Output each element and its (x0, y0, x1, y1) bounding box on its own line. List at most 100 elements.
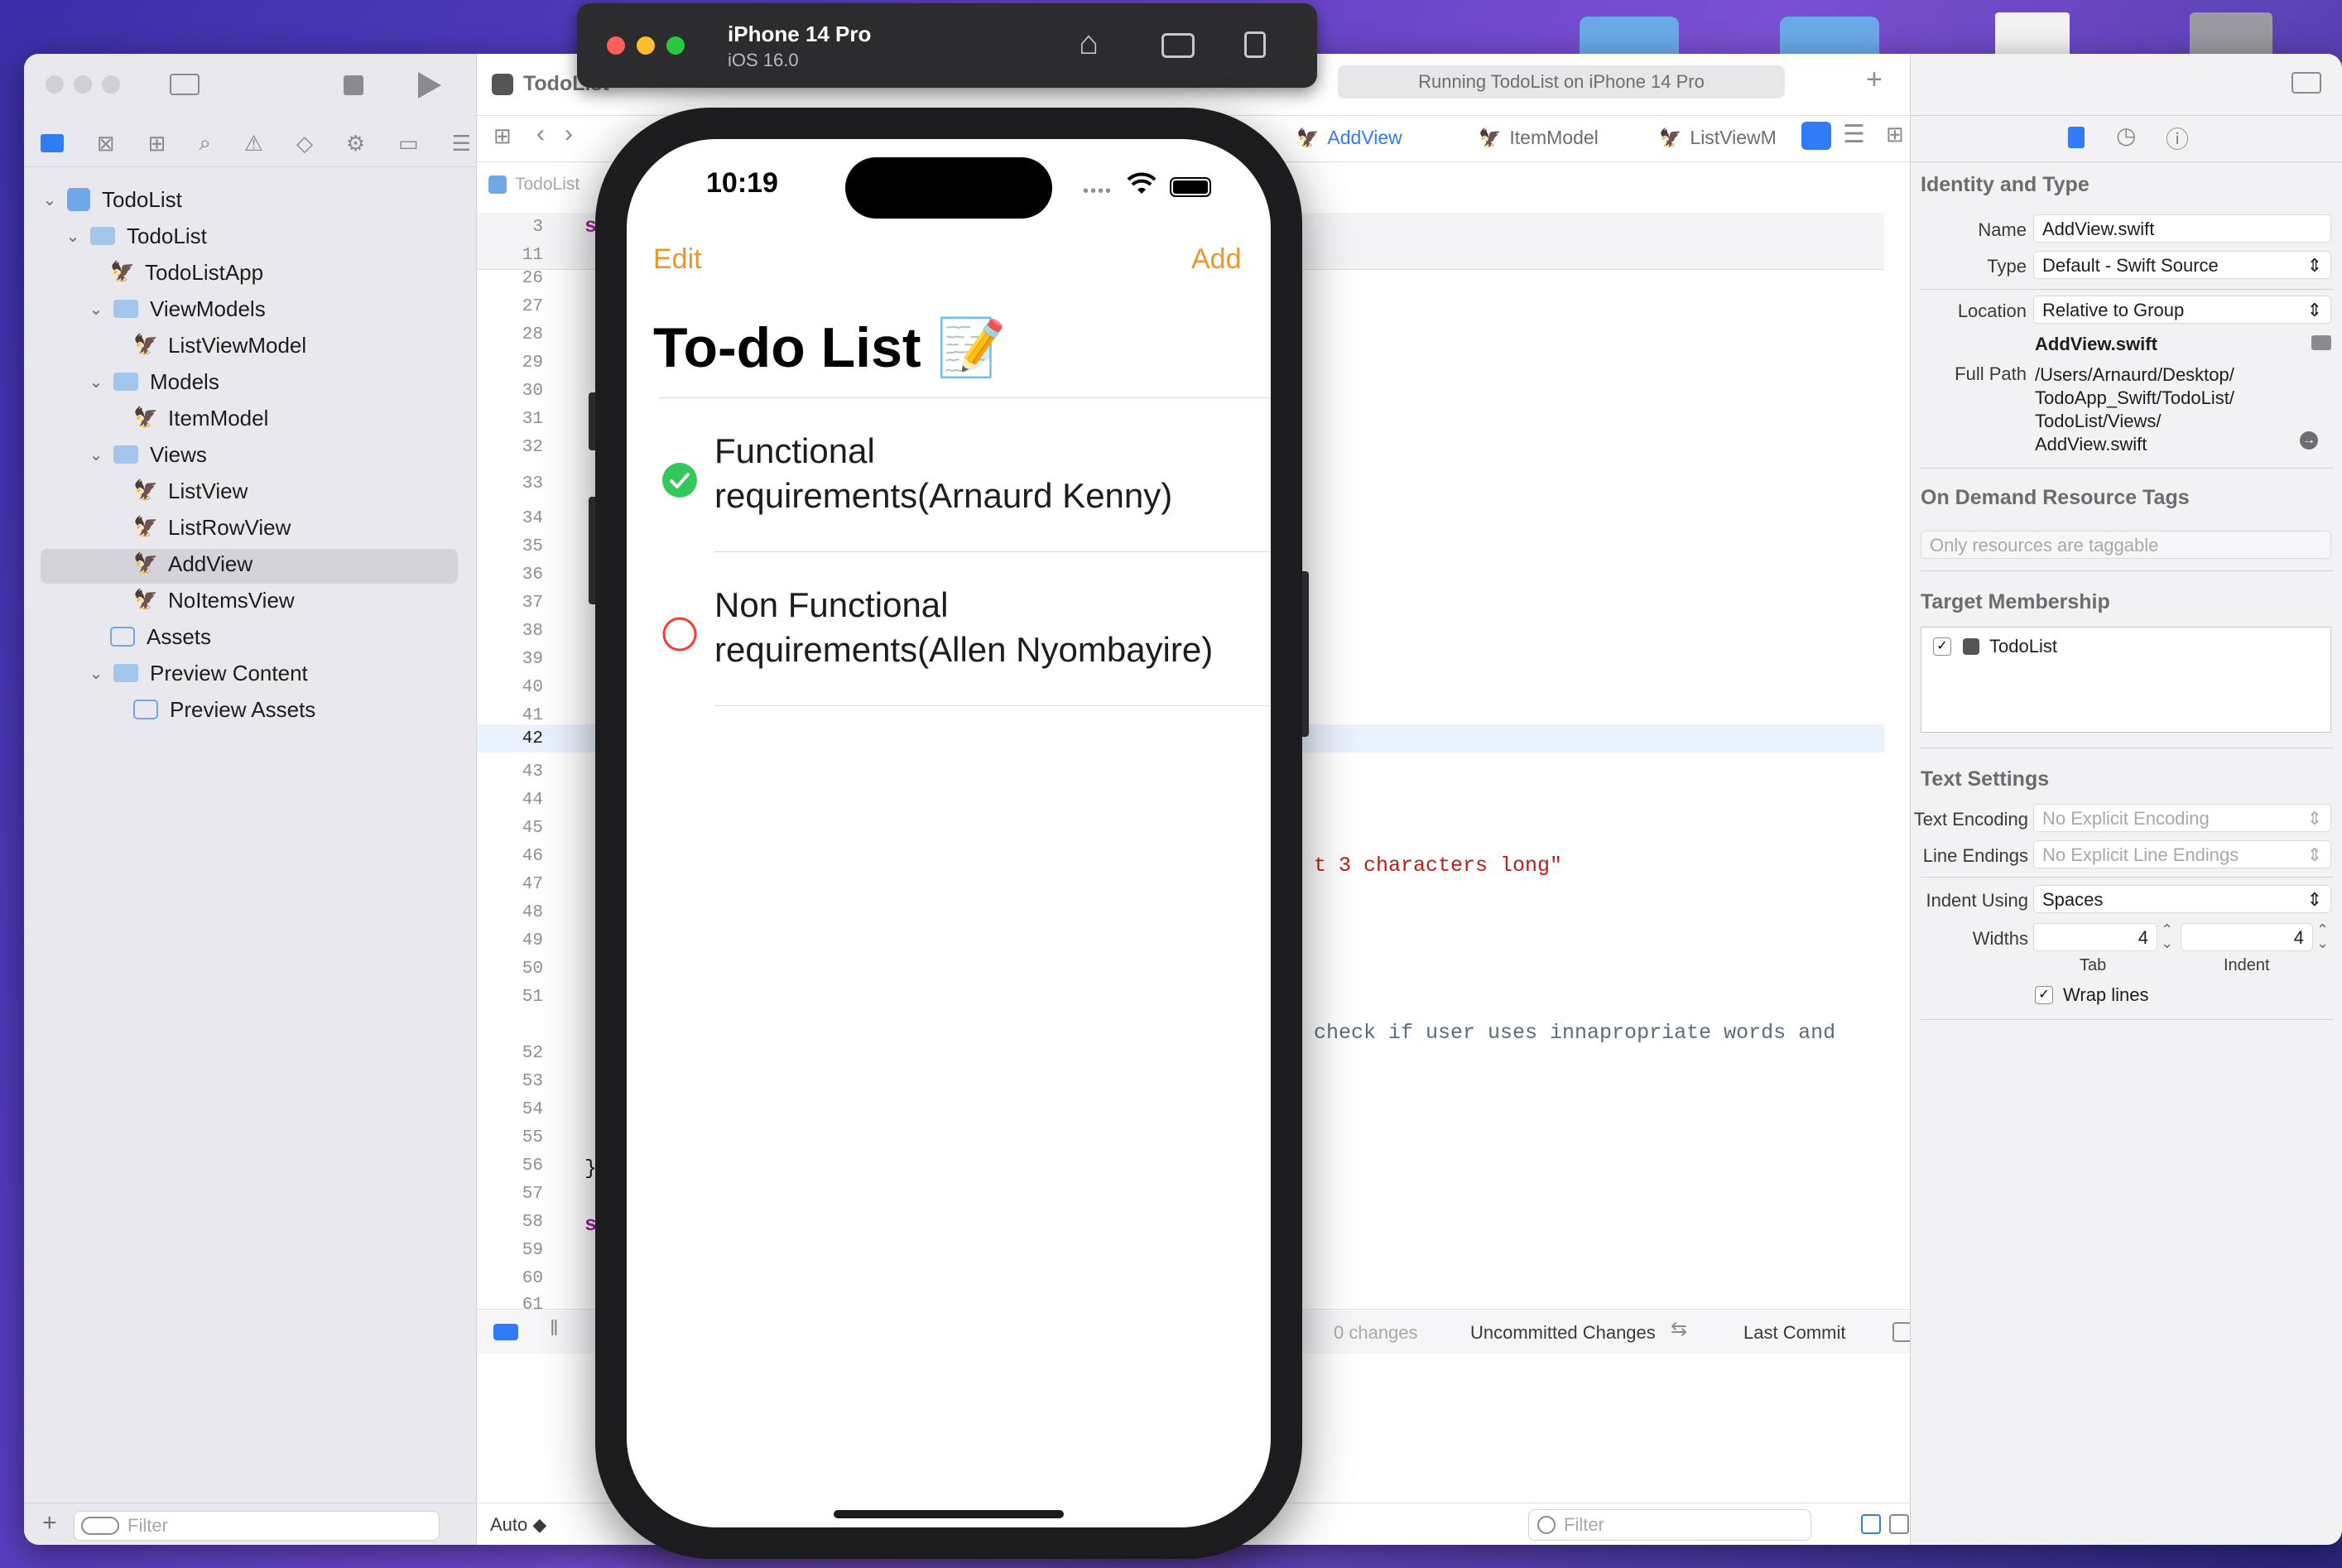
select-arrows-icon: ⇕ (2306, 300, 2322, 320)
tree-item-group[interactable]: ⌄ Preview Content (87, 655, 539, 691)
target-row[interactable]: ✓ TodoList (1933, 636, 2057, 657)
tree-item-group[interactable]: ⌄ Models (87, 363, 539, 400)
jump-bar[interactable]: TodoList (488, 175, 579, 195)
checkbox-checked[interactable]: ✓ (2035, 986, 2053, 1004)
chevron-down-icon[interactable]: ⌄ (64, 226, 82, 247)
project-icon (488, 176, 507, 194)
last-commit-button[interactable]: Last Commit (1743, 1322, 1845, 1344)
edit-button[interactable]: Edit (653, 243, 702, 276)
variables-view-icon[interactable] (1861, 1514, 1881, 1534)
minimize-window-button[interactable] (74, 75, 92, 94)
console-view-icon[interactable] (1889, 1514, 1909, 1534)
tree-item-group[interactable]: ⌄ TodoList (64, 218, 516, 254)
screenshot-icon[interactable] (1161, 33, 1195, 58)
checkbox-checked[interactable]: ✓ (1933, 637, 1951, 656)
back-icon[interactable]: ‹ (536, 120, 545, 148)
breakpoint-icon[interactable]: ▭ (398, 131, 419, 156)
project-navigator: ⊠ ⊞ ⌕ ⚠ ◇ ⚙ ▭ ☰ ⌄ TodoList ⌄ TodoList 🦅 (24, 54, 477, 1545)
stop-icon[interactable] (344, 75, 363, 95)
forward-icon[interactable]: › (565, 120, 573, 148)
filter-options-icon[interactable] (81, 1517, 119, 1535)
line-endings-select[interactable]: No Explicit Line Endings ⇕ (2033, 840, 2331, 868)
chevron-down-icon[interactable]: ⌄ (87, 299, 105, 320)
line-number: 59 (522, 1241, 543, 1260)
breakpoints-toggle-icon[interactable] (493, 1324, 518, 1340)
symbol-icon[interactable]: ⊞ (148, 131, 166, 156)
navigator-filter[interactable]: Filter (74, 1511, 440, 1541)
source-control-icon[interactable]: ⊠ (97, 131, 115, 156)
indent-width-stepper[interactable]: ⌃ ⌄ (2316, 922, 2329, 950)
add-icon[interactable]: + (42, 1509, 57, 1537)
project-icon (67, 188, 90, 211)
desktop-folder-icon[interactable] (1780, 17, 1879, 58)
desktop-folder-icon[interactable] (1580, 17, 1679, 58)
minimize-window-button[interactable] (637, 36, 655, 55)
zoom-window-button[interactable] (102, 75, 120, 94)
file-inspector: ◷ ⓘ Identity and Type Name AddView.swift… (1910, 54, 2342, 1545)
desktop-document-icon[interactable] (1995, 12, 2070, 58)
tree-item-group[interactable]: ⌄ Views (87, 436, 539, 473)
debug-icon[interactable]: ⚙ (346, 131, 365, 156)
add-editor-icon[interactable]: + (1866, 64, 1883, 96)
wrap-lines-checkbox[interactable]: ✓ Wrap lines (2035, 984, 2149, 1006)
chevron-down-icon[interactable]: ⌄ (87, 663, 105, 684)
empty-circle-icon[interactable] (661, 616, 698, 652)
close-window-button[interactable] (607, 36, 625, 55)
grid-icon[interactable]: ⊞ (493, 123, 512, 149)
split-editor-icon[interactable]: ⊞ (1886, 122, 1904, 147)
line-number: 56 (522, 1157, 543, 1176)
indent-width-field[interactable]: 4 (2181, 923, 2313, 951)
reveal-arrow-icon[interactable]: → (2300, 431, 2318, 450)
tab-itemmodel[interactable]: 🦅 ItemModel (1479, 127, 1599, 149)
line-number: 29 (522, 354, 543, 373)
tab-listviewmodel[interactable]: 🦅 ListViewM (1659, 127, 1777, 149)
tab-width-field[interactable]: 4 (2033, 923, 2157, 951)
home-indicator[interactable] (834, 1510, 1064, 1518)
tab-width-stepper[interactable]: ⌃ ⌄ (2161, 922, 2173, 950)
chevron-down-icon[interactable]: ⌄ (41, 190, 59, 210)
tab-addview[interactable]: 🦅 AddView (1296, 127, 1402, 149)
type-select[interactable]: Default - Swift Source ⇕ (2033, 251, 2331, 279)
help-icon[interactable]: ⓘ (2166, 122, 2189, 155)
line-number: 60 (522, 1269, 543, 1288)
history-icon[interactable]: ◷ (2116, 122, 2136, 149)
editor-options-icon[interactable]: ☰ (1843, 120, 1865, 149)
report-icon[interactable]: ☰ (452, 131, 471, 156)
line-number: 54 (522, 1100, 543, 1119)
folder-icon[interactable] (41, 134, 64, 152)
sidebar-toggle-icon[interactable] (170, 74, 200, 95)
indent-select[interactable]: Spaces ⇕ (2033, 885, 2331, 913)
variables-scope-select[interactable]: Auto ◆ (490, 1514, 546, 1536)
zoom-window-button[interactable] (666, 36, 685, 55)
test-icon[interactable]: ◇ (296, 131, 313, 156)
toggle-editor-icon[interactable] (1801, 122, 1831, 150)
uncommitted-changes-button[interactable]: Uncommitted Changes (1470, 1322, 1656, 1344)
find-icon[interactable]: ⌕ (199, 130, 211, 156)
list-item[interactable]: Functional requirements(Arnaurd Kenny) (627, 399, 1271, 551)
run-icon[interactable] (418, 72, 441, 99)
add-button[interactable]: Add (1191, 243, 1242, 276)
rotate-icon[interactable] (1244, 31, 1266, 58)
name-field[interactable]: AddView.swift (2033, 214, 2331, 243)
chevron-down-icon[interactable]: ⌄ (87, 445, 105, 465)
home-icon[interactable]: ⌂ (1079, 25, 1099, 62)
tree-item-group[interactable]: ⌄ ViewModels (87, 291, 539, 327)
list-item[interactable]: Non Functional requirements(Allen Nyomba… (627, 553, 1271, 705)
location-select[interactable]: Relative to Group ⇕ (2033, 296, 2331, 324)
folder-icon (113, 664, 138, 682)
close-window-button[interactable] (46, 75, 64, 94)
file-inspector-icon[interactable] (2068, 127, 2085, 148)
reveal-folder-icon[interactable] (2311, 335, 2331, 350)
line-number: 26 (522, 269, 543, 288)
tree-item-project[interactable]: ⌄ TodoList (41, 181, 493, 218)
pause-icon[interactable]: ‖ (550, 1315, 559, 1341)
desktop-disk-icon[interactable] (2190, 12, 2272, 58)
issue-icon[interactable]: ⚠ (244, 131, 263, 156)
chevron-down-icon[interactable]: ⌄ (87, 372, 105, 392)
checkmark-circle-icon[interactable] (661, 462, 698, 498)
encoding-select[interactable]: No Explicit Encoding ⇕ (2033, 804, 2331, 832)
swap-icon[interactable]: ⇆ (1671, 1317, 1687, 1341)
inspector-toggle-icon[interactable] (2292, 72, 2321, 94)
swift-file-icon: 🦅 (133, 334, 158, 356)
console-filter[interactable]: Filter (1528, 1509, 1811, 1541)
